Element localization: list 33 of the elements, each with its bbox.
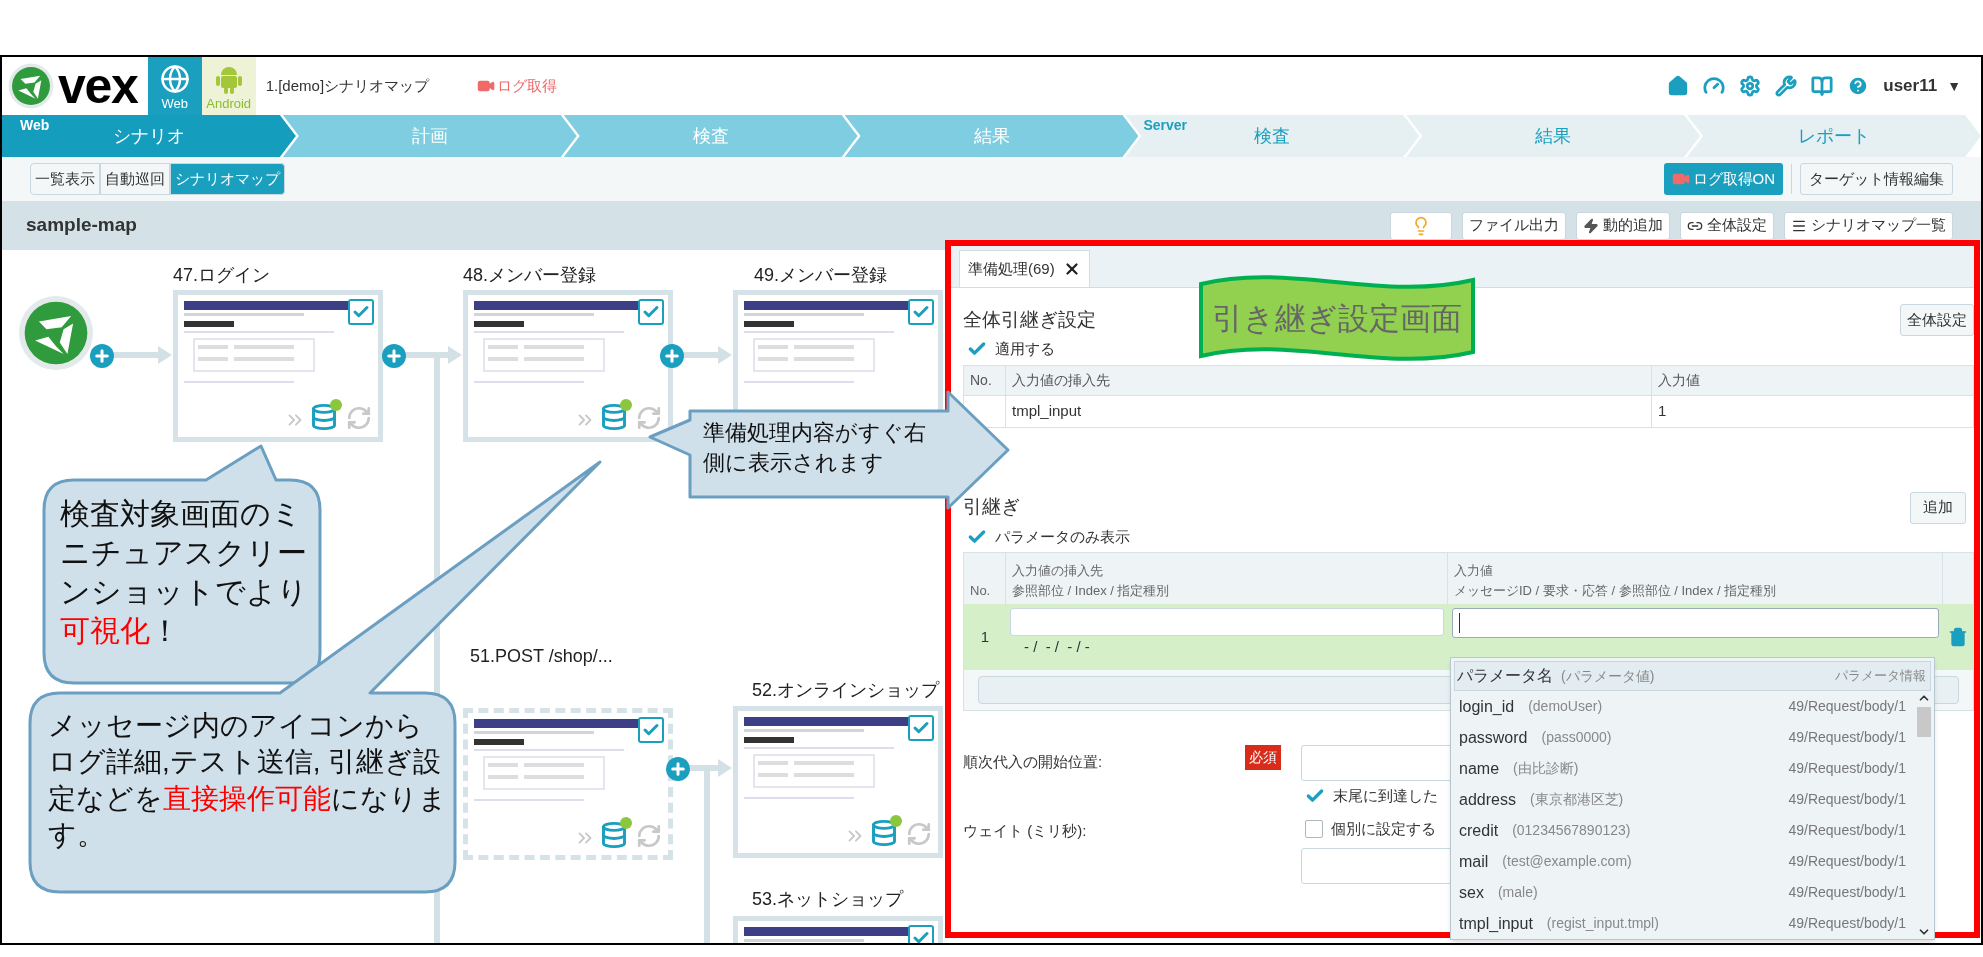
table-cell: tmpl_input [1005, 395, 1652, 427]
checkbox-label: 末尾に到達した [1333, 786, 1438, 806]
reference-summary: - / - / - / - [1023, 637, 1091, 657]
section-title: 全体引継ぎ設定 [963, 307, 1096, 332]
callout-text: 準備処理内容がすぐ右側に表示されます [703, 419, 927, 477]
table-cell: 1 [1651, 395, 1974, 427]
dropdown-caret: ▼ [1947, 76, 1961, 96]
section-title: 引継ぎ [963, 495, 1020, 520]
step-group-label: Server [1143, 116, 1188, 135]
field-label: ウェイト (ミリ秒): [963, 820, 1088, 841]
step-group-label: Web [20, 116, 50, 135]
map-title: sample-map [26, 213, 137, 238]
checkbox-label: パラメータのみ表示 [995, 526, 1130, 547]
column-header: 入力値 [1651, 365, 1974, 395]
checkbox-label: 適用する [995, 339, 1055, 359]
scenario-title: 1.[demo]シナリオマップ [265, 75, 430, 96]
node-title: 51.POST /shop/... [470, 645, 613, 668]
callout-text: 検査対象画面のミニチュアスクリーンショットでより 可視化！ [60, 496, 309, 649]
required-badge: 必須 [1245, 745, 1281, 770]
node-title: 53.ネットショップ [752, 888, 904, 911]
dropdown-header-label: パラメータ情報 [1835, 667, 1927, 686]
column-header: No. [963, 365, 1006, 395]
node-title: 47.ログイン [173, 264, 271, 287]
node-title: 48.メンバー登録 [463, 264, 597, 287]
banner-text: 引き継ぎ設定画面 [1212, 299, 1462, 338]
checkbox-label: 個別に設定する [1331, 818, 1436, 839]
node-title: 49.メンバー登録 [754, 264, 888, 287]
node-title: 52.オンラインショップ [752, 679, 940, 702]
logo-text: vex [58, 61, 138, 111]
row-number: 1 [980, 626, 990, 647]
column-header: 入力値の挿入先 [1005, 365, 1652, 395]
callout-text: メッセージ内のアイコンからログ詳細,テスト送信, 引継ぎ設定などを直接操作可能になります。 [48, 709, 448, 853]
field-label: 順次代入の開始位置: [963, 752, 1104, 772]
